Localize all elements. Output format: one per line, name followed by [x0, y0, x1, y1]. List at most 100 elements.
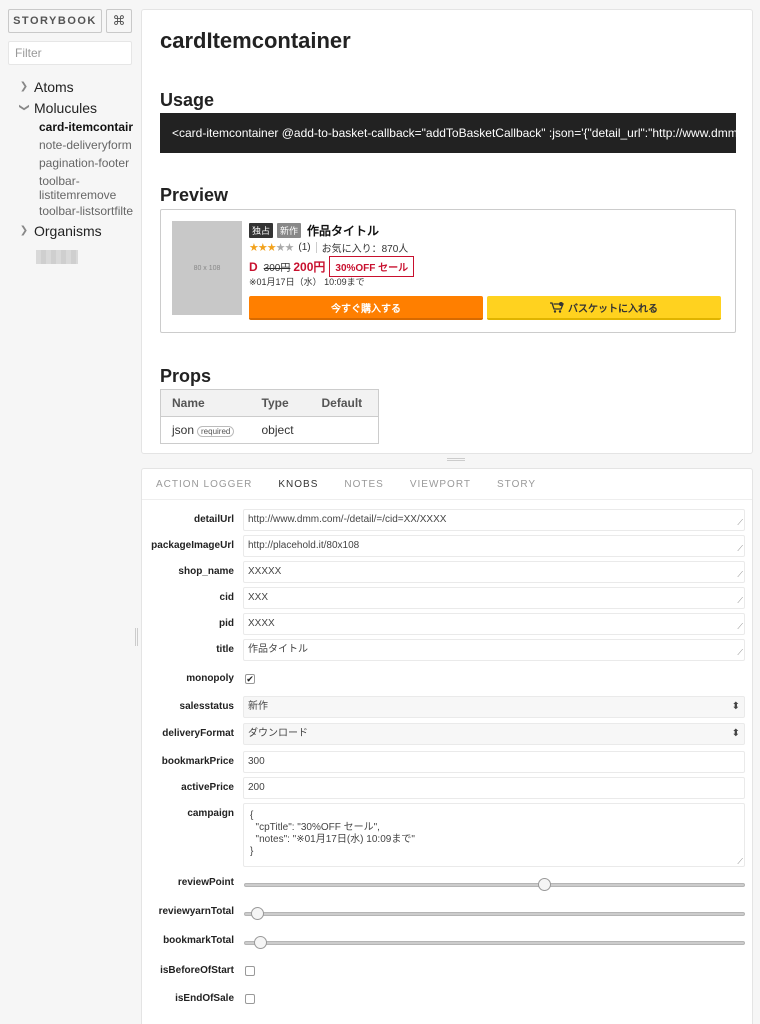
tree-node-label: Atoms — [34, 78, 74, 95]
prop-type: object — [261, 423, 294, 437]
addon-tabs: ACTION LOGGER KNOBS NOTES VIEWPORT STORY — [142, 469, 752, 500]
story-toolbar-listsortfilter[interactable]: toolbar-listsortfilte — [0, 202, 140, 220]
knob-label-detailurl: detailUrl — [193, 514, 234, 525]
buy-now-button[interactable]: 今すぐ購入する — [249, 296, 483, 320]
deliveryformat-select[interactable]: ダウンロード — [243, 723, 745, 745]
tab-viewport[interactable]: VIEWPORT — [410, 469, 471, 500]
sidebar: STORYBOOK ⌘ ❯ Atoms ❯ Molucules card-ite… — [0, 0, 140, 1024]
usage-code-block: <card-itemcontainer @add-to-basket-callb… — [160, 113, 736, 153]
tree-node-molucules[interactable]: ❯ Molucules — [0, 97, 140, 118]
component-preview: 80 x 108 独占 新作 作品タイトル ★★★★★ (1) お気に入り：87… — [160, 209, 736, 333]
bookmark-count: お気に入り：870人 — [321, 244, 409, 255]
preview-heading: Preview — [160, 185, 229, 205]
cid-input[interactable]: XXX — [243, 587, 745, 609]
campaign-textarea[interactable]: { "cpTitle": "30%OFF セール", "notes": "※01… — [243, 803, 745, 867]
knob-label-deliveryformat: deliveryFormat — [162, 728, 234, 739]
reviewyarntotal-slider[interactable] — [244, 907, 745, 920]
knob-label-isendofsale: isEndOfSale — [175, 993, 234, 1004]
detailurl-input[interactable]: http://www.dmm.com/-/detail/=/cid=XX/XXX… — [243, 509, 745, 531]
addons-panel: ACTION LOGGER KNOBS NOTES VIEWPORT STORY… — [141, 468, 753, 1024]
usage-heading: Usage — [160, 90, 215, 110]
knob-label-packageimageurl: packageImageUrl — [151, 540, 234, 551]
tree-node-atoms[interactable]: ❯ Atoms — [0, 76, 140, 97]
activeprice-input[interactable]: 200 — [243, 777, 745, 799]
knob-label-isbeforeofstart: isBeforeOfStart — [160, 965, 234, 976]
shop-name-input[interactable]: XXXXX — [243, 561, 745, 583]
knob-label-campaign: campaign — [187, 808, 234, 819]
tab-notes[interactable]: NOTES — [344, 469, 383, 500]
storybook-brand-button[interactable]: STORYBOOK — [8, 9, 102, 33]
star-filled-icon: ★ — [266, 242, 277, 254]
keyboard-shortcuts-button[interactable]: ⌘ — [106, 9, 132, 33]
slider-thumb[interactable] — [538, 878, 552, 891]
story-note-deliveryformat[interactable]: note-deliveryform — [0, 136, 140, 154]
story-card-itemcontainer[interactable]: card-itemcontair — [0, 118, 140, 136]
story-tree: ❯ Atoms ❯ Molucules card-itemcontair not… — [0, 76, 140, 241]
prop-default — [311, 417, 379, 444]
tab-knobs[interactable]: KNOBS — [278, 469, 318, 500]
tree-node-label: Organisms — [34, 222, 102, 239]
knob-label-activeprice: activePrice — [181, 782, 234, 793]
knob-label-monopoly: monopoly — [186, 673, 234, 684]
slider-thumb[interactable] — [251, 907, 265, 920]
knob-label-cid: cid — [219, 592, 234, 603]
card-title-row: 独占 新作 作品タイトル — [249, 222, 379, 239]
bookmarktotal-slider[interactable] — [244, 936, 745, 949]
divider — [315, 242, 317, 253]
card-title[interactable]: 作品タイトル — [307, 222, 379, 239]
checkmark-icon: ✔ — [246, 674, 254, 684]
package-image-placeholder[interactable]: 80 x 108 — [172, 221, 242, 315]
props-header-name: Name — [160, 389, 251, 417]
preview-panel: cardItemcontainer Usage <card-itemcontai… — [141, 9, 753, 454]
star-rating: ★★★★★ — [249, 241, 294, 254]
horizontal-resize-handle[interactable] — [447, 458, 465, 461]
tree-node-organisms[interactable]: ❯ Organisms — [0, 220, 140, 241]
packageimageurl-input[interactable]: http://placehold.it/80x108 — [243, 535, 745, 557]
tab-story[interactable]: STORY — [497, 469, 536, 500]
review-count: (1) — [298, 242, 311, 253]
knob-label-title: title — [216, 644, 234, 655]
props-header-default: Default — [310, 389, 379, 417]
knob-label-reviewyarntotal: reviewyarnTotal — [158, 906, 234, 917]
salesstatus-badge: 新作 — [277, 223, 302, 238]
story-label-line1: toolbar- — [39, 174, 80, 188]
story-pagination-footer[interactable]: pagination-footer — [0, 154, 140, 172]
chevron-right-icon: ❯ — [19, 225, 29, 236]
isendofsale-checkbox[interactable] — [245, 994, 255, 1004]
props-table: Name Type Default json required object — [160, 389, 379, 444]
reviewpoint-slider[interactable] — [244, 878, 745, 891]
knob-label-bookmarkprice: bookmarkPrice — [161, 756, 234, 767]
knob-label-pid: pid — [219, 618, 234, 629]
vertical-resize-handle[interactable] — [135, 628, 138, 646]
command-icon: ⌘ — [112, 13, 126, 28]
story-label-line2: listitemremove — [39, 188, 117, 202]
currency-icon: D — [249, 259, 258, 274]
salesstatus-select[interactable]: 新作 — [243, 696, 745, 718]
filter-input[interactable] — [8, 41, 132, 65]
monopoly-badge: 独占 — [249, 223, 274, 238]
story-toolbar-listitemremove[interactable]: toolbar-listitemremove — [0, 172, 140, 202]
cart-icon — [550, 301, 564, 313]
star-filled-icon: ★ — [257, 242, 268, 254]
monopoly-checkbox[interactable]: ✔ — [245, 674, 255, 684]
knob-label-shop-name: shop_name — [178, 566, 234, 577]
props-header-type: Type — [250, 389, 311, 417]
knob-label-bookmarktotal: bookmarkTotal — [163, 935, 234, 946]
tab-action-logger[interactable]: ACTION LOGGER — [156, 469, 252, 500]
pid-input[interactable]: XXXX — [243, 613, 745, 635]
active-price: 200円 — [293, 260, 326, 274]
component-title: cardItemcontainer — [160, 28, 351, 53]
props-heading: Props — [160, 366, 212, 386]
knob-label-salesstatus: salesstatus — [179, 701, 234, 712]
slider-thumb[interactable] — [253, 936, 267, 949]
buy-now-label: 今すぐ購入する — [331, 303, 401, 315]
add-to-basket-button[interactable]: バスケットに入れる — [487, 296, 721, 320]
prop-name: json — [172, 423, 195, 437]
bookmarkprice-input[interactable]: 300 — [243, 751, 745, 773]
campaign-notes: ※01月17日（水） 10:09まで — [249, 277, 365, 287]
isbeforeofstart-checkbox[interactable] — [245, 966, 255, 976]
chevron-right-icon: ❯ — [19, 81, 29, 92]
prop-name-cell: json required — [161, 417, 251, 444]
bookmark-price: 300円 — [263, 263, 291, 274]
title-input[interactable]: 作品タイトル — [243, 639, 745, 661]
